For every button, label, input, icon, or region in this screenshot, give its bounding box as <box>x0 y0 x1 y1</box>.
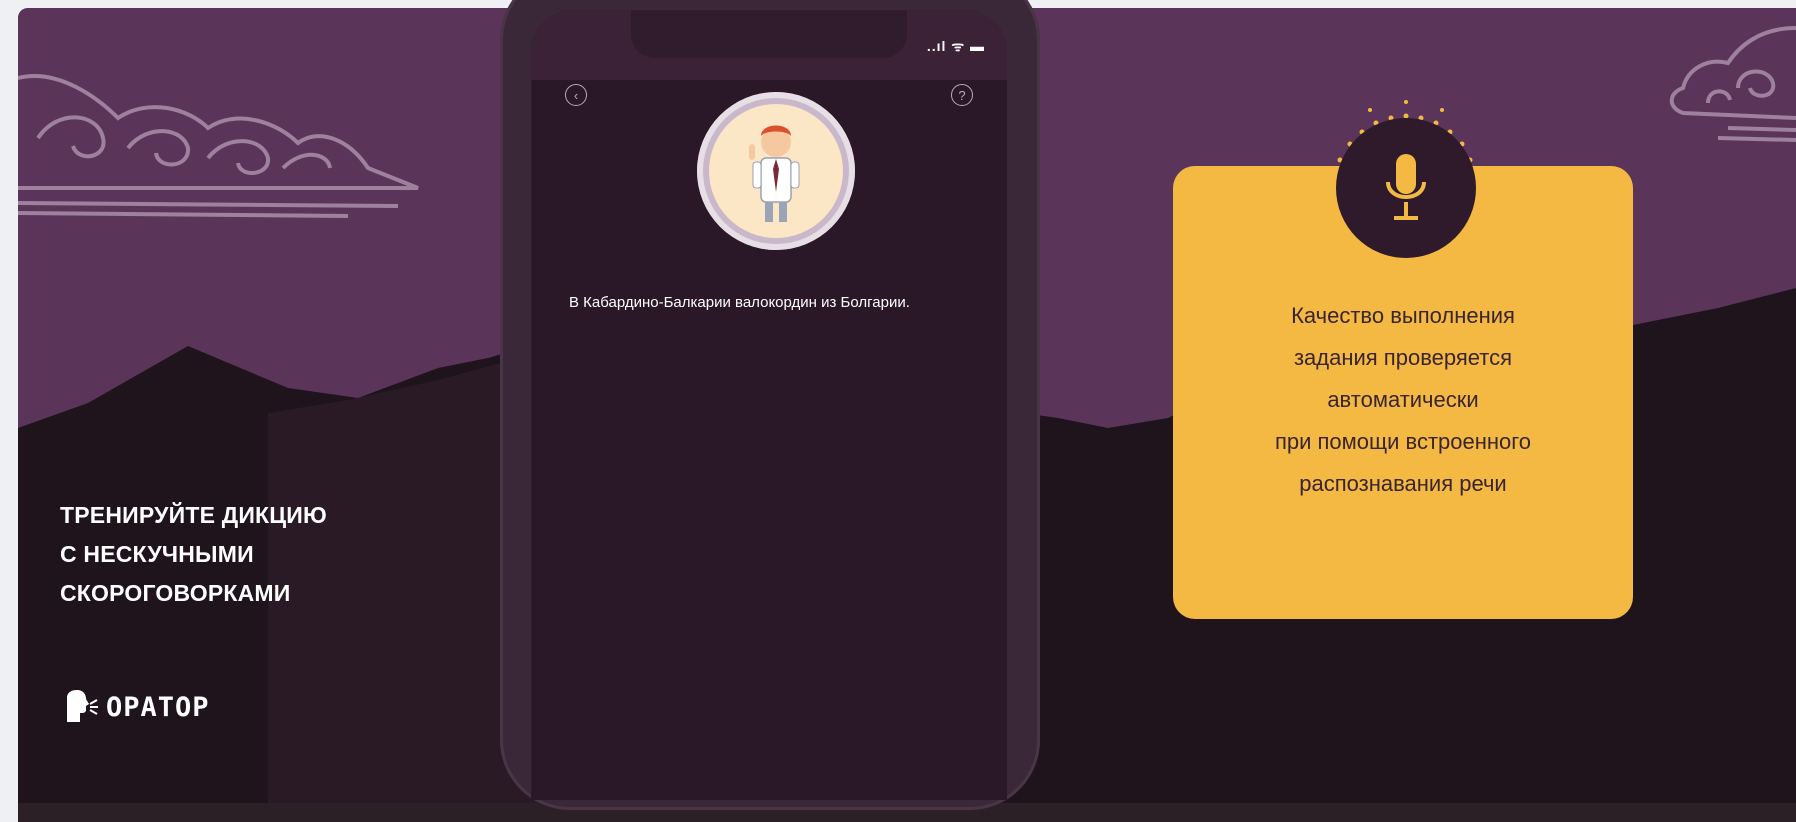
tagline-line: ТРЕНИРУЙТЕ ДИКЦИЮ <box>60 502 327 528</box>
back-icon[interactable]: ‹ <box>565 84 587 106</box>
tagline: ТРЕНИРУЙТЕ ДИКЦИЮ С НЕСКУЧНЫМИ СКОРОГОВО… <box>60 496 327 613</box>
card-line: задания проверяется <box>1293 345 1513 370</box>
microphone-icon <box>1386 154 1426 220</box>
phone-notch <box>631 10 907 58</box>
phone-screen: ..ıl ᯤ ▬ ‹ ? В Кабардино-Балкарии валоко… <box>531 10 1007 800</box>
tagline-line: С НЕСКУЧНЫМИ <box>60 541 254 567</box>
tongue-twister-text: В Кабардино-Балкарии валокордин из Болга… <box>569 294 910 311</box>
orator-logo: ОРАТОР <box>62 688 210 726</box>
status-icons: ..ıl ᯤ ▬ <box>926 38 985 54</box>
card-line: при помощи встроенного <box>1274 429 1532 454</box>
avatar <box>697 92 855 250</box>
card-line: автоматически <box>1327 387 1479 412</box>
card-line: Качество выполнения <box>1291 303 1515 328</box>
logo-text: ОРАТОР <box>106 691 210 723</box>
card-text: Качество выполнения задания проверяется … <box>1173 295 1633 505</box>
doctor-illustration <box>749 125 800 222</box>
microphone-badge <box>1336 118 1476 258</box>
card-line: распознавания речи <box>1299 471 1507 496</box>
speaker-head-icon <box>67 690 98 722</box>
help-icon[interactable]: ? <box>951 84 973 106</box>
tagline-line: СКОРОГОВОРКАМИ <box>60 580 291 606</box>
